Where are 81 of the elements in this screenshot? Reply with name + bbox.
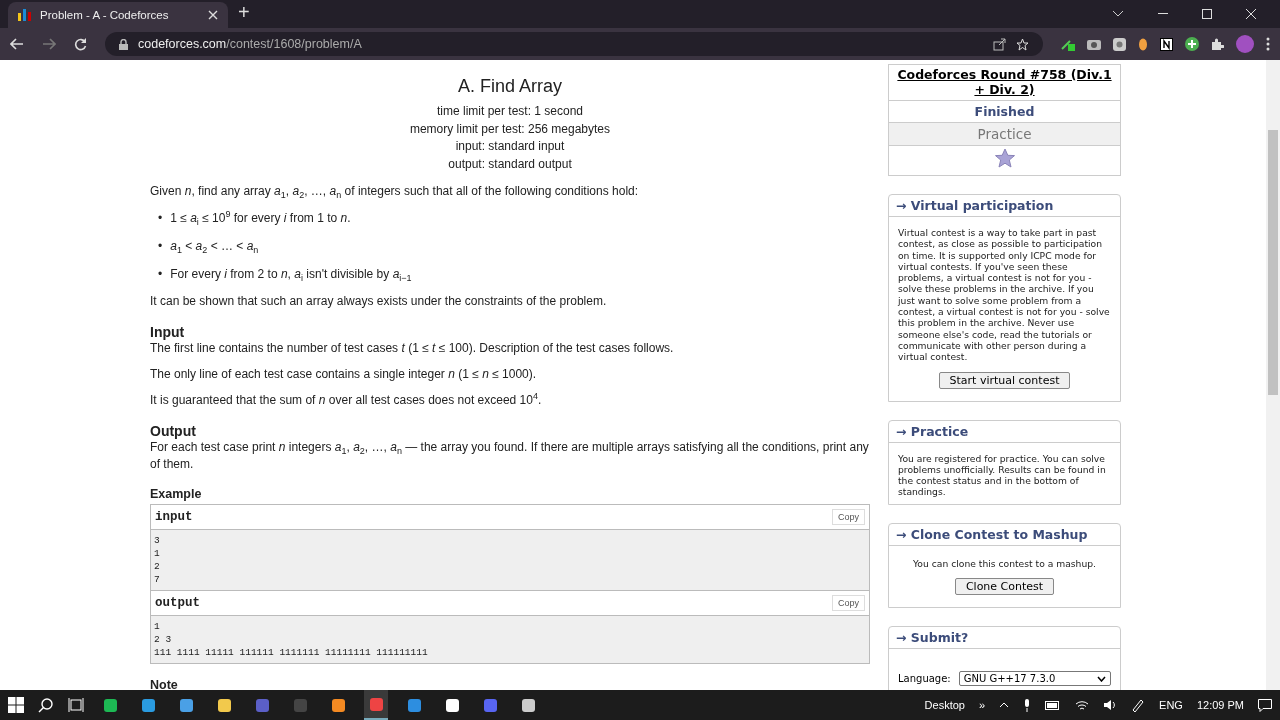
pen-icon[interactable] — [1131, 698, 1146, 712]
menu-icon[interactable] — [1266, 37, 1270, 51]
star-icon[interactable] — [993, 148, 1016, 168]
panel-text: You can clone this contest to a mashup. — [912, 557, 1097, 570]
plus-circle-icon[interactable] — [1185, 37, 1199, 51]
section-text: For each test case print n integers a$_{1}$, a$_{2}$, …, a$_{n}$ — the array you found. If there are multiple arrays satisfying all the conditions, print any of them. — [150, 439, 870, 473]
wifi-icon[interactable] — [1075, 699, 1090, 711]
close-icon[interactable] — [208, 10, 218, 20]
extension-icon[interactable] — [1061, 37, 1075, 51]
problem-limit: input: standard input — [454, 138, 566, 156]
sample-code: 1 2 3 111 1111 11111 111111 1111111 11111111 111111111 — [151, 615, 869, 663]
example-heading: Example — [150, 486, 203, 501]
problem-limit: time limit per test: 1 second — [435, 103, 585, 120]
profile-avatar[interactable] — [1236, 35, 1254, 53]
tab-title: Problem - A - Codeforces — [40, 9, 170, 21]
bullet: • — [158, 265, 163, 283]
panel-title: → Submit? — [889, 627, 1120, 650]
chevron-down-icon — [1097, 675, 1106, 682]
panel-text: You are registered for practice. You can solve problems unofficially. Results can be found in the contest status and in the bottom of standings. — [898, 452, 1107, 498]
battery-icon[interactable] — [1045, 700, 1062, 710]
section-text: The first line contains the number of test cases t (1 ≤ t ≤ 100). Description of the test cases follows. — [150, 340, 675, 357]
browser-tab[interactable]: Problem - A - Codeforces — [8, 2, 228, 28]
maximize-icon[interactable] — [1202, 9, 1212, 19]
note-heading: Note — [150, 677, 179, 690]
language-select[interactable]: GNU G++17 7.3.0 — [958, 671, 1111, 687]
panel-title: → Clone Contest to Mashup — [889, 523, 1120, 546]
bar-chart-icon — [18, 9, 32, 21]
copy-button[interactable]: Copy — [832, 594, 865, 611]
close-icon[interactable] — [1246, 9, 1256, 19]
extension-icon[interactable] — [1113, 37, 1126, 51]
desktop-label[interactable]: Desktop — [924, 699, 965, 711]
panel-title: → Practice — [889, 420, 1120, 443]
statement-text: It can be shown that such an array always exists under the constraints of the problem. — [150, 292, 608, 310]
copy-button[interactable]: Copy — [832, 508, 865, 525]
address-field[interactable]: codeforces.com/contest/1608/problem/A — [105, 32, 1043, 56]
clock[interactable]: 12:09 PM — [1196, 699, 1244, 711]
condition-item: For every i from 2 to n, a$_{i}$ isn't divisible by a$_{i−1}$ — [170, 265, 412, 283]
puzzle-icon[interactable] — [1211, 37, 1224, 51]
lock-icon — [119, 38, 128, 50]
language-indicator[interactable]: ENG — [1159, 699, 1183, 711]
language-label: Language: — [898, 673, 951, 685]
section-heading: Input — [150, 323, 186, 340]
panel-button[interactable]: Clone Contest — [954, 578, 1055, 596]
section-heading: Output — [150, 422, 197, 439]
problem-title: A. Find Array — [456, 76, 563, 97]
notification-icon[interactable] — [1258, 698, 1272, 712]
back-arrow-icon[interactable] — [10, 38, 24, 50]
microphone-icon[interactable] — [1023, 698, 1032, 712]
panel-text: Virtual contest is a way to take part in past contest, as close as possible to participation on time. It is supported only ICPC mode for virtual contests. If you've seen these problems, a virtual contest is not for you - solve these problems in the archive. If you just want to solve some problem from a contest, a virtual contest is not for you - solve this problem in the archive. Never use someone else's code, read the tutorials or communicate with other person during a virtual contest. — [898, 227, 1111, 363]
task-view-icon[interactable] — [68, 698, 84, 712]
camera-icon[interactable] — [1087, 38, 1101, 50]
sample-title: output — [155, 595, 200, 610]
section-text: The only line of each test case contains a single integer n (1 ≤ n ≤ 1000). — [150, 365, 538, 383]
extension-icon[interactable] — [1138, 37, 1148, 51]
condition-item: 1 ≤ a$_{i}$ ≤ 10$^{9}$ for every i from 1 to n. — [170, 208, 351, 227]
scrollbar[interactable] — [1266, 60, 1280, 690]
section-text: It is guaranteed that the sum of n over all test cases does not exceed 10$^{4}$. — [150, 391, 543, 409]
search-icon[interactable] — [38, 697, 54, 713]
round-link[interactable]: Codeforces Round #758 (Div.1 + Div. 2) — [889, 65, 1120, 101]
minimize-icon[interactable] — [1158, 13, 1168, 15]
panel-button[interactable]: Start virtual contest — [938, 371, 1071, 389]
windows-start-icon[interactable] — [8, 697, 24, 713]
share-icon[interactable] — [993, 37, 1006, 51]
sample-code: 3 1 2 7 — [151, 529, 869, 591]
bullet: • — [158, 209, 163, 227]
chevron-up-icon[interactable] — [999, 702, 1010, 708]
round-mode: Practice — [889, 123, 1120, 146]
new-tab-button[interactable]: + — [228, 1, 260, 27]
overflow-chevron[interactable]: » — [978, 699, 986, 711]
forward-arrow-icon[interactable] — [42, 38, 56, 50]
panel-title: → Virtual participation — [889, 195, 1120, 217]
bullet: • — [158, 237, 163, 255]
sample-title: input — [155, 509, 193, 524]
problem-limit: output: standard output — [447, 156, 573, 174]
reload-icon[interactable] — [74, 37, 87, 51]
problem-limit: memory limit per test: 256 megabytes — [408, 120, 612, 138]
chevron-down-icon[interactable] — [1112, 10, 1124, 18]
condition-item: a$_{1}$ < a$_{2}$ < … < a$_{n}$ — [170, 237, 259, 255]
statement-text: Given n, find any array a$_{1}$, a$_{2}$, …, a$_{n}$ of integers such that all of the following conditions hold: — [150, 182, 640, 200]
speaker-icon[interactable] — [1103, 699, 1118, 711]
notion-icon[interactable] — [1160, 37, 1173, 51]
